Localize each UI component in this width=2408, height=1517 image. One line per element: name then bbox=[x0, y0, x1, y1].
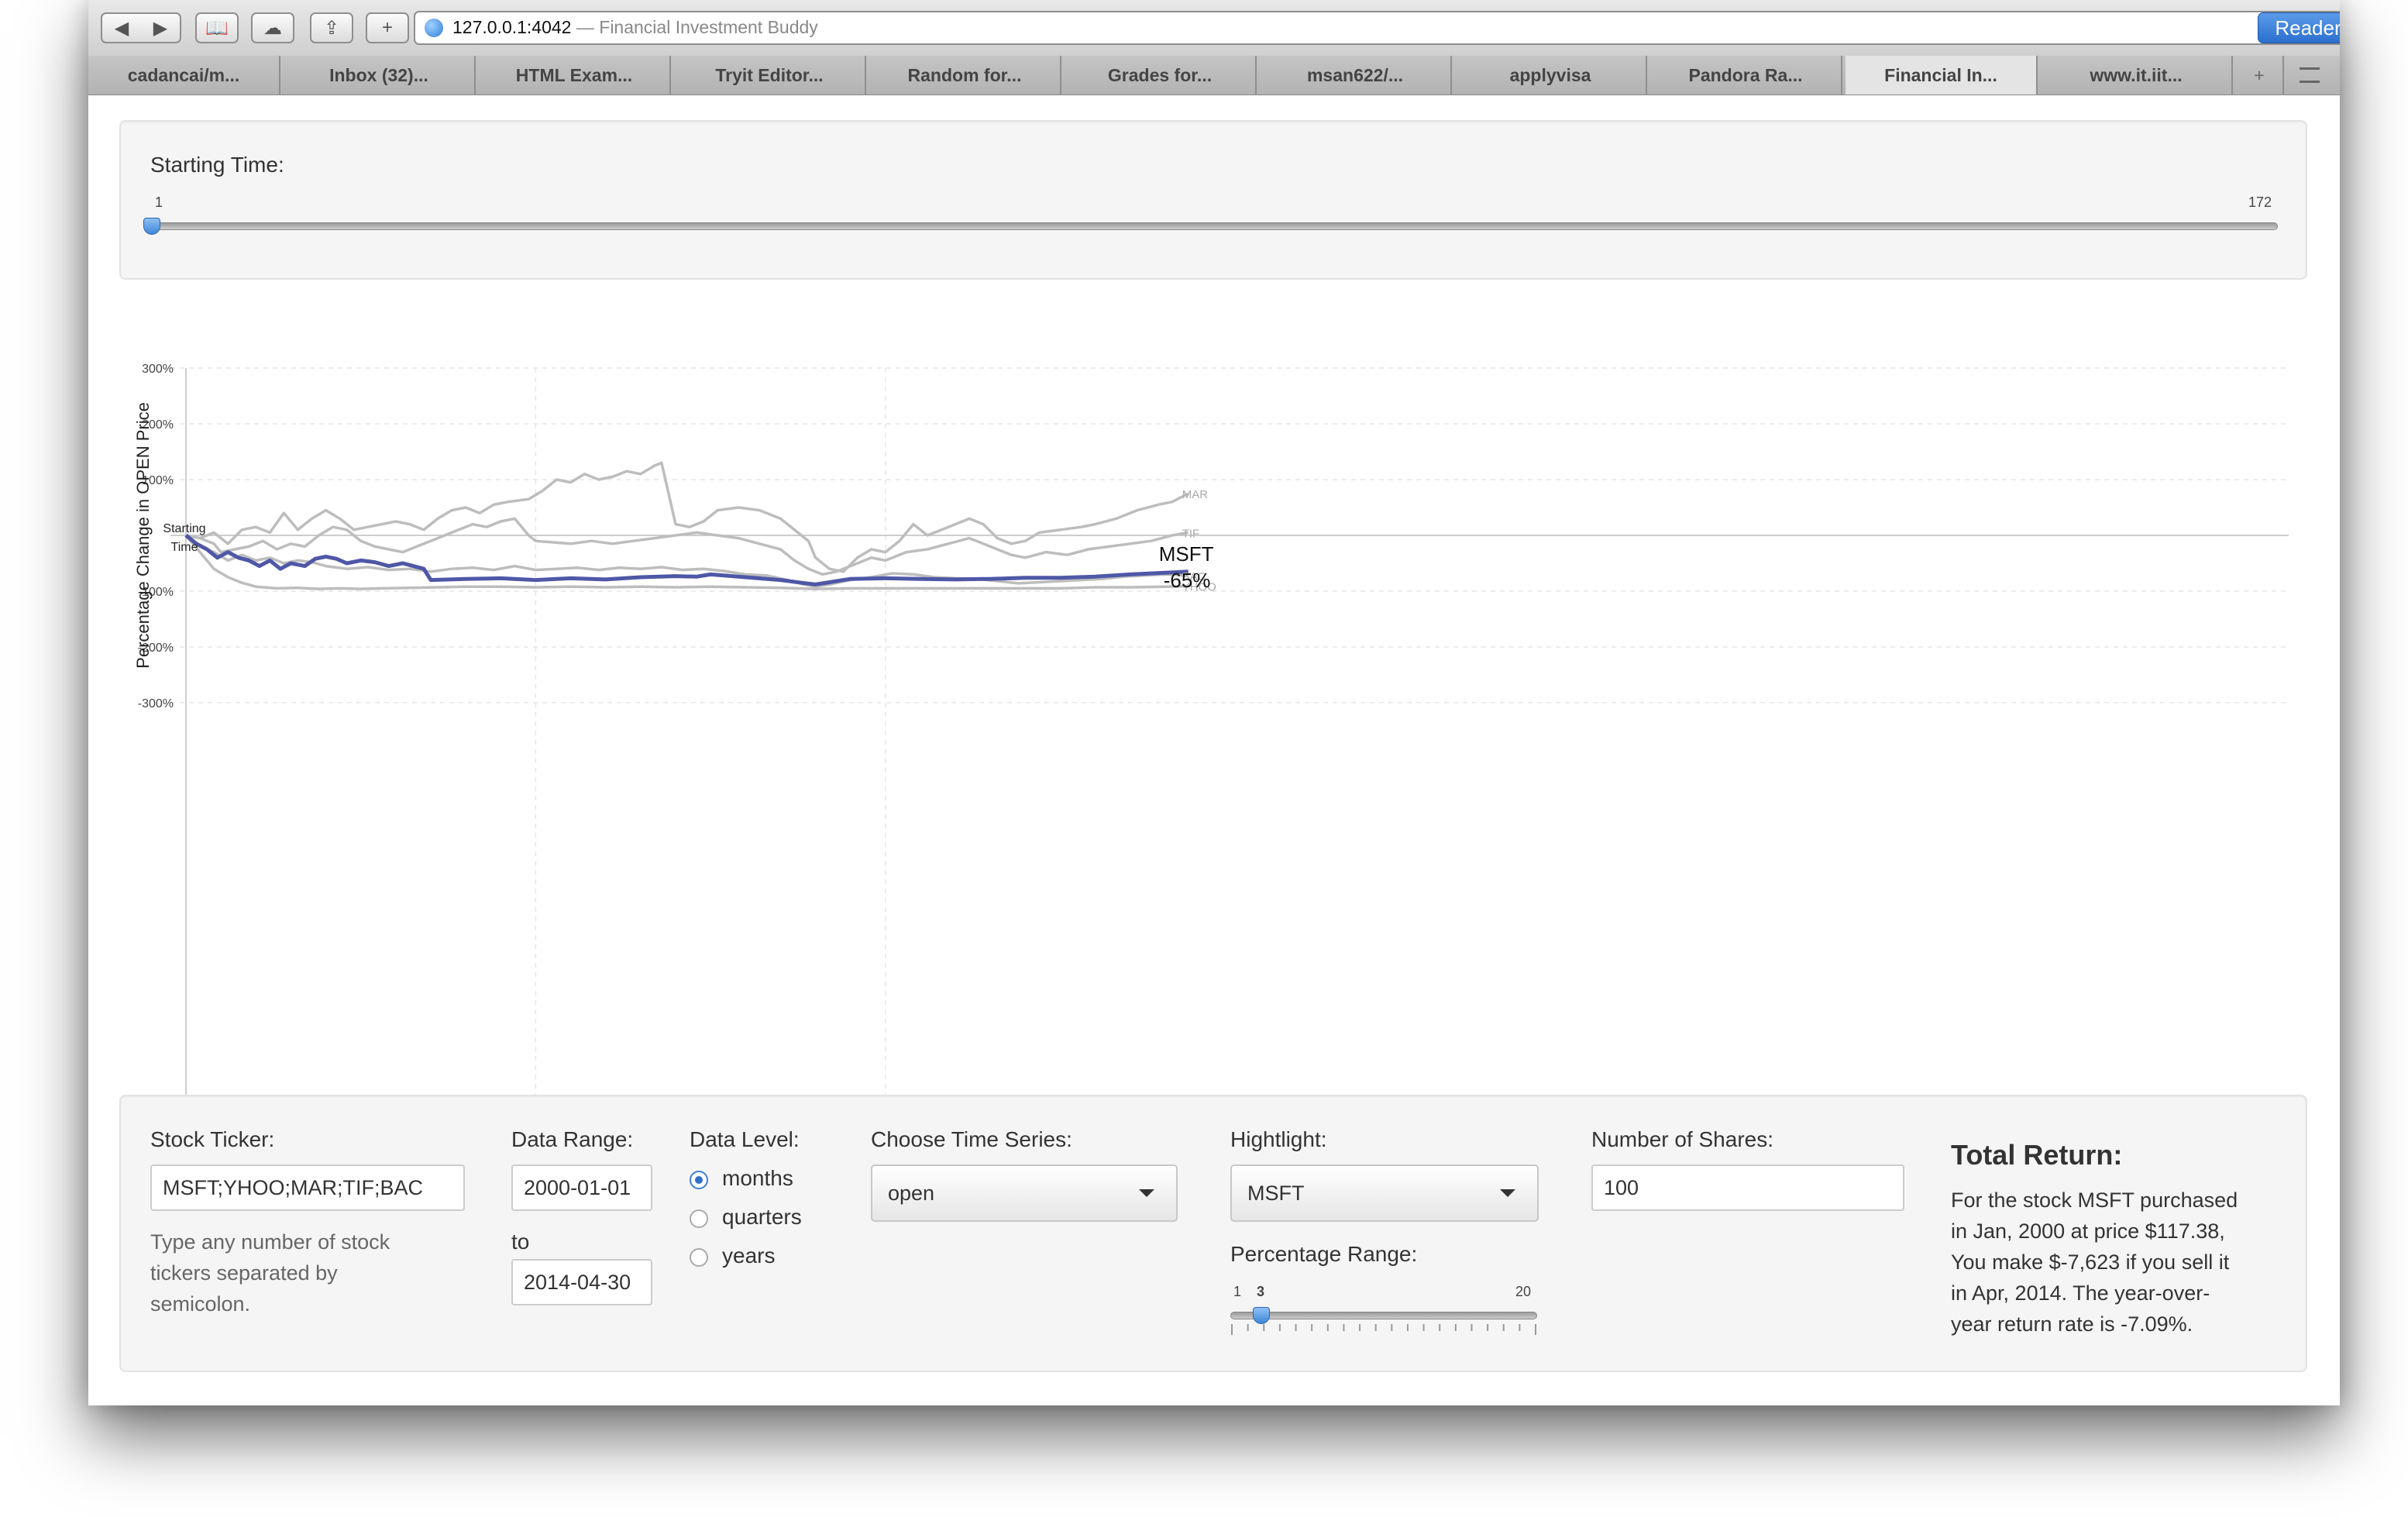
total-return-line-3: You make $-7,623 if you sell it bbox=[1951, 1250, 2230, 1274]
icloud-button[interactable]: ☁ bbox=[251, 12, 294, 43]
radio-quarters[interactable] bbox=[690, 1209, 708, 1228]
radio-quarters-label[interactable]: quarters bbox=[722, 1205, 802, 1230]
total-return-line-2: in Jan, 2000 at price $117.38, bbox=[1951, 1219, 2225, 1243]
data-level-label: Data Level: bbox=[690, 1127, 800, 1151]
chevron-down-icon bbox=[1500, 1189, 1515, 1197]
tab-6[interactable]: msan622/... bbox=[1260, 56, 1452, 95]
highlight-value: MSFT bbox=[1247, 1181, 1305, 1205]
tab-9[interactable]: Financial In... bbox=[1846, 56, 2038, 95]
shares-label: Number of Shares: bbox=[1591, 1127, 1773, 1151]
pct-range-label: Percentage Range: bbox=[1230, 1242, 1418, 1266]
browser-window: ◀ ▶ 📖 ☁ ⇪ + 127.0.0.1:4042 — Financial I… bbox=[88, 0, 2340, 1405]
pct-range-ticks bbox=[1231, 1324, 1536, 1335]
highlight-series-value: -65% bbox=[1164, 569, 1211, 592]
chevron-down-icon bbox=[1139, 1189, 1154, 1197]
starting-time-max: 172 bbox=[2248, 194, 2272, 210]
start-marker-label-line-1: Starting bbox=[163, 522, 205, 535]
page-title: Financial Investment Buddy bbox=[599, 17, 818, 37]
radio-months-label[interactable]: months bbox=[722, 1166, 793, 1191]
highlight-series-name: MSFT bbox=[1159, 542, 1214, 566]
time-series-value: open bbox=[888, 1181, 935, 1205]
total-return-line-4: in Apr, 2014. The year-over- bbox=[1951, 1281, 2210, 1305]
share-icon: ⇪ bbox=[323, 17, 340, 39]
series-line-msft bbox=[184, 534, 1189, 587]
total-return-line-1: For the stock MSFT purchased bbox=[1951, 1188, 2238, 1212]
pct-range-value: 3 bbox=[1257, 1284, 1265, 1299]
ticker-label: Stock Ticker: bbox=[150, 1127, 275, 1151]
url-separator: — bbox=[576, 17, 594, 37]
ticker-help-line-1: Type any number of stock bbox=[150, 1230, 390, 1254]
start-date-input[interactable]: 2000-01-01 bbox=[511, 1164, 652, 1211]
browser-toolbar: ◀ ▶ 📖 ☁ ⇪ + 127.0.0.1:4042 — Financial I… bbox=[88, 0, 2340, 57]
tab-5[interactable]: Grades for... bbox=[1065, 56, 1257, 95]
ticker-input[interactable]: MSFT;YHOO;MAR;TIF;BAC bbox=[150, 1164, 465, 1211]
highlight-select[interactable]: MSFT bbox=[1230, 1164, 1539, 1222]
tab-0[interactable]: cadancai/m... bbox=[88, 56, 280, 95]
tab-4[interactable]: Random for... bbox=[869, 56, 1061, 95]
pct-range-slider-handle[interactable] bbox=[1253, 1307, 1270, 1324]
tab-8[interactable]: Pandora Ra... bbox=[1650, 56, 1842, 95]
url-host: 127.0.0.1:4042 bbox=[452, 17, 572, 37]
url-text[interactable]: 127.0.0.1:4042 — Financial Investment Bu… bbox=[452, 17, 818, 38]
tab-list-icon[interactable] bbox=[2286, 56, 2334, 95]
time-series-label: Choose Time Series: bbox=[871, 1127, 1072, 1151]
back-forward-buttons[interactable]: ◀ ▶ bbox=[101, 12, 181, 43]
y-tick-label: 300% bbox=[142, 363, 174, 376]
globe-icon bbox=[425, 19, 443, 37]
book-icon: 📖 bbox=[205, 17, 229, 39]
pct-range-max: 20 bbox=[1515, 1284, 1532, 1299]
starting-time-panel: Starting Time: 1 172 bbox=[119, 120, 2307, 280]
time-series-select[interactable]: open bbox=[871, 1164, 1178, 1222]
tab-2[interactable]: HTML Exam... bbox=[479, 56, 671, 95]
series-end-label: TIF bbox=[1182, 527, 1200, 540]
tab-bar: cadancai/m... Inbox (32)... HTML Exam... Tr… bbox=[88, 56, 2340, 95]
page-content: Starting Time: 1 172 300% 200% 100% -100% -2… bbox=[88, 95, 2340, 1405]
radio-months[interactable] bbox=[690, 1171, 708, 1189]
reader-button[interactable]: Reader bbox=[2258, 12, 2340, 43]
tab-3[interactable]: Tryit Editor... bbox=[674, 56, 866, 95]
bookmarks-button[interactable]: 📖 bbox=[195, 12, 239, 43]
new-tab-button[interactable]: + bbox=[2236, 56, 2284, 95]
chart-grid bbox=[170, 367, 2289, 1127]
date-range-label: Data Range: bbox=[511, 1127, 634, 1151]
ticker-help-line-3: semicolon. bbox=[150, 1292, 251, 1316]
cloud-icon: ☁ bbox=[263, 17, 282, 39]
chart-area: 300%200%100%-100%-200%-300%200020052010P… bbox=[119, 298, 2307, 1174]
pct-range-min: 1 bbox=[1233, 1284, 1242, 1299]
line-chart: 300%200%100%-100%-200%-300%200020052010P… bbox=[133, 363, 2289, 1169]
radio-years-label[interactable]: years bbox=[722, 1244, 775, 1268]
starting-time-slider-track[interactable] bbox=[152, 222, 2278, 230]
starting-time-label: Starting Time: bbox=[150, 153, 284, 177]
chart-labels: 300%200%100%-100%-200%-300%200020052010P… bbox=[133, 363, 1216, 1169]
pct-range-slider-track[interactable] bbox=[1230, 1312, 1537, 1319]
controls-panel: Stock Ticker: MSFT;YHOO;MAR;TIF;BAC Type… bbox=[119, 1095, 2307, 1372]
shares-input[interactable]: 100 bbox=[1591, 1164, 1904, 1211]
plus-icon: + bbox=[381, 17, 393, 38]
total-return-line-5: year return rate is -7.09%. bbox=[1951, 1312, 2193, 1336]
end-date-input[interactable]: 2014-04-30 bbox=[511, 1259, 652, 1305]
ticker-help-line-2: tickers separated by bbox=[150, 1261, 338, 1285]
forward-icon[interactable]: ▶ bbox=[153, 17, 167, 40]
y-axis-label: Percentage Change in OPEN Price bbox=[133, 402, 153, 669]
tab-10[interactable]: www.it.iit... bbox=[2041, 56, 2233, 95]
radio-years[interactable] bbox=[690, 1248, 708, 1267]
starting-time-slider-handle[interactable] bbox=[143, 218, 160, 235]
date-range-to-label: to bbox=[511, 1230, 530, 1254]
add-bookmark-button[interactable]: + bbox=[366, 12, 409, 43]
tab-1[interactable]: Inbox (32)... bbox=[284, 56, 476, 95]
start-marker-label-line-2: Time bbox=[171, 541, 198, 554]
starting-time-min: 1 bbox=[155, 194, 163, 210]
series-line-yhoo bbox=[184, 534, 1189, 590]
highlight-label: Hightlight: bbox=[1230, 1127, 1327, 1151]
total-return-title: Total Return: bbox=[1951, 1139, 2123, 1171]
series-end-label: MAR bbox=[1182, 488, 1209, 501]
tab-7[interactable]: applyvisa bbox=[1455, 56, 1647, 95]
y-tick-label: -300% bbox=[138, 697, 174, 710]
address-bar[interactable]: 127.0.0.1:4042 — Financial Investment Bu… bbox=[414, 11, 2340, 45]
back-icon[interactable]: ◀ bbox=[115, 17, 129, 40]
share-button[interactable]: ⇪ bbox=[310, 12, 353, 43]
chart-series bbox=[184, 461, 1189, 590]
